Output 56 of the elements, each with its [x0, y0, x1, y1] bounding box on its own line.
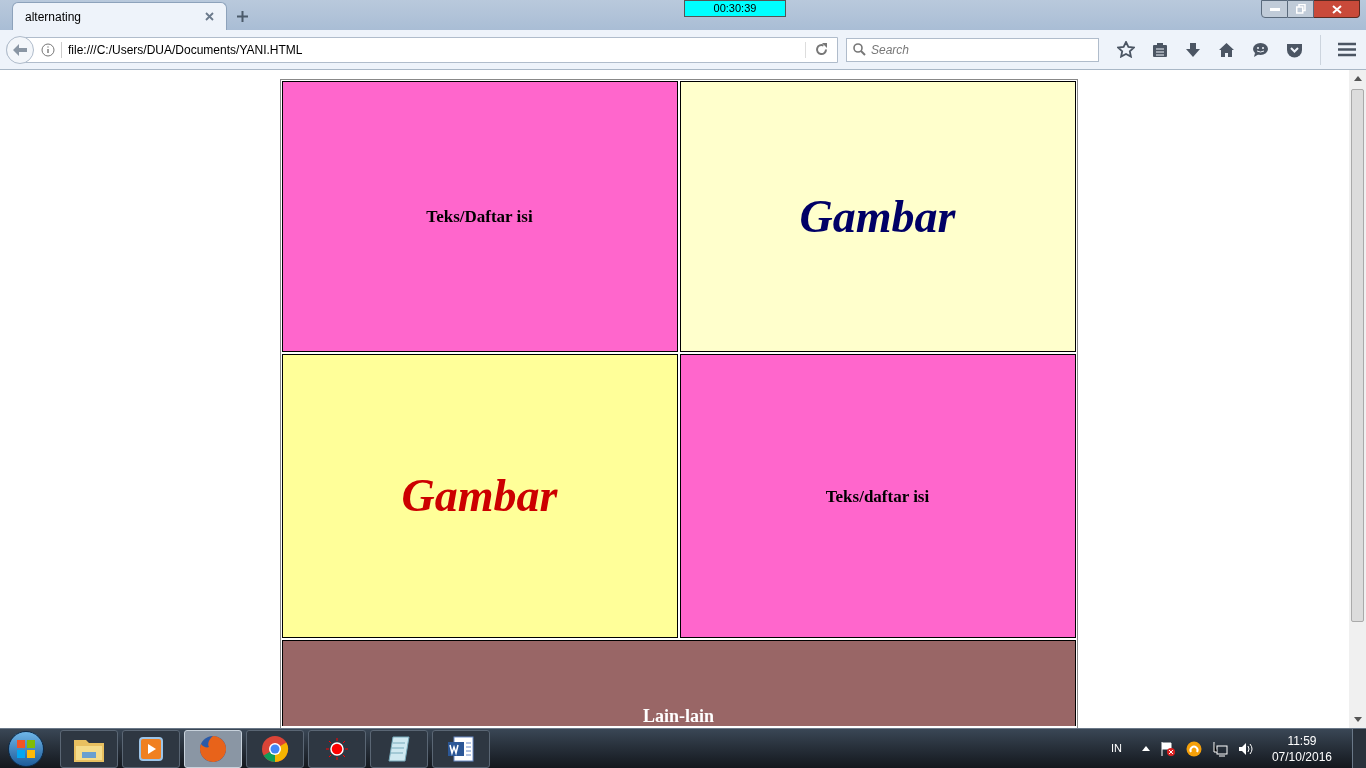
menu-icon[interactable] [1338, 42, 1356, 57]
taskbar-button[interactable] [60, 729, 118, 768]
download-icon[interactable] [1185, 41, 1201, 58]
cell-text: Gambar [401, 473, 558, 519]
language-indicator[interactable]: IN [1110, 740, 1122, 757]
home-icon[interactable] [1218, 41, 1235, 58]
pocket-icon[interactable] [1286, 41, 1303, 58]
minimize-button[interactable] [1261, 0, 1288, 18]
timer: 00:30:39 [684, 0, 786, 17]
search-icon [853, 43, 866, 56]
media-player-icon [137, 734, 165, 763]
clock-time: 11:59 [1287, 732, 1317, 749]
minimize-icon [1269, 7, 1280, 11]
taskbar-button[interactable] [308, 729, 366, 768]
close-button[interactable] [1314, 0, 1360, 18]
word-icon [446, 733, 476, 764]
back-arrow-icon [13, 43, 27, 56]
cell-text: Gambar [799, 193, 956, 240]
close-icon[interactable] [205, 12, 214, 21]
cell-text: Teks/daftar isi [825, 487, 930, 505]
search-field[interactable]: Search [871, 40, 1092, 59]
restore-button[interactable] [1288, 0, 1314, 18]
cell-text: Teks/Daftar isi [426, 208, 533, 225]
flag-icon[interactable] [1159, 740, 1176, 757]
scroll-up-icon[interactable] [1353, 76, 1362, 81]
reading-list-icon[interactable] [1152, 41, 1168, 58]
taskbar-button[interactable] [432, 729, 490, 768]
taskbar-button[interactable] [246, 729, 304, 768]
scroll-down-icon[interactable] [1353, 717, 1362, 722]
windows-logo-icon [17, 739, 35, 758]
scrollbar-thumb[interactable] [1351, 89, 1364, 622]
clock-date: 07/10/2016 [1271, 748, 1332, 765]
address-bar[interactable]: file:///C:/Users/DUA/Documents/YANI.HTML [6, 36, 838, 63]
close-icon [1331, 4, 1342, 14]
start-button[interactable] [8, 730, 44, 767]
new-tab-icon[interactable] [237, 11, 248, 22]
taskbar-button[interactable] [122, 729, 180, 768]
clock[interactable]: 11:59 07/10/2016 [1271, 732, 1332, 765]
tray-app-icon[interactable] [1185, 740, 1202, 757]
browser-tab[interactable]: alternating [12, 2, 227, 30]
show-desktop-button[interactable] [1352, 728, 1366, 768]
show-hidden-icons-icon[interactable] [1141, 746, 1150, 751]
notepad-icon [385, 733, 413, 764]
info-icon[interactable] [41, 42, 55, 57]
chrome-icon [260, 733, 290, 764]
search-bar[interactable]: Search [846, 37, 1099, 62]
chat-icon[interactable] [1252, 41, 1269, 58]
back-button[interactable] [6, 35, 34, 64]
network-icon[interactable] [1211, 740, 1228, 757]
star-icon[interactable] [1117, 41, 1135, 58]
taskbar-button[interactable] [370, 729, 428, 768]
record-icon [325, 736, 349, 761]
address-field[interactable]: file:///C:/Users/DUA/Documents/YANI.HTML [68, 40, 805, 59]
cell-text: Lain-lain [643, 707, 714, 725]
reload-icon[interactable] [815, 43, 828, 56]
restore-icon [1295, 4, 1306, 14]
